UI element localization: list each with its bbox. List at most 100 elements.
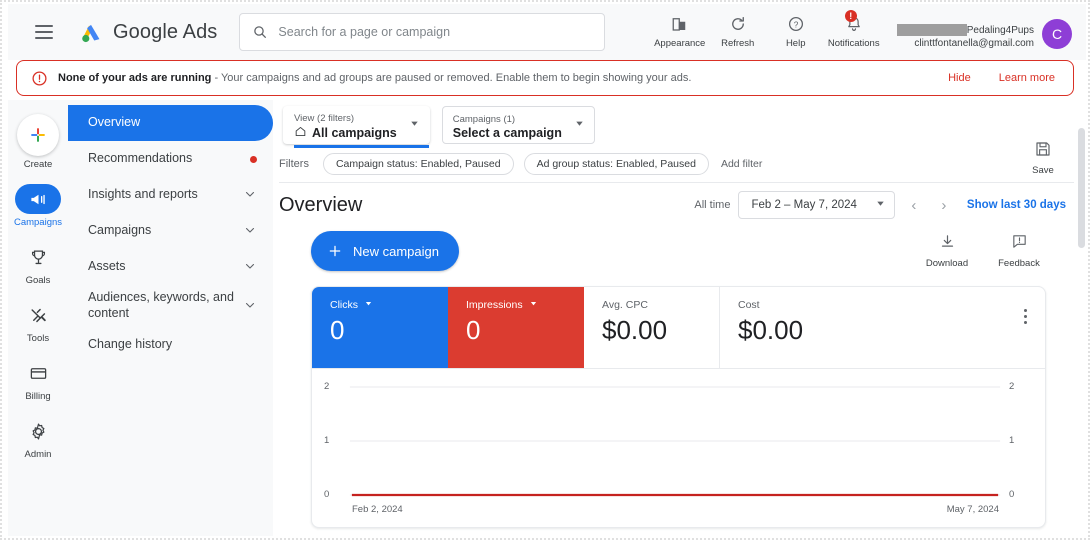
chevron-down-icon[interactable] (529, 299, 538, 311)
filter-chip-campaign-status[interactable]: Campaign status: Enabled, Paused (322, 153, 514, 175)
credit-card-icon (15, 358, 61, 388)
campaign-selector-value: Select a campaign (452, 125, 562, 140)
notification-badge: ! (844, 10, 857, 22)
previous-period-button[interactable]: ‹ (903, 194, 925, 216)
notifications-button[interactable]: ! Notifications (825, 10, 883, 51)
content-right-actions: Download Feedback (922, 233, 1066, 269)
vertical-scrollbar[interactable] (1078, 100, 1088, 536)
campaign-selector-caption: Campaigns (1) (452, 113, 516, 125)
rail-item-billing[interactable]: Billing (9, 352, 67, 408)
rail-item-campaigns[interactable]: Campaigns (9, 178, 67, 234)
sidebar-item-audiences-keywords-content[interactable]: Audiences, keywords, and content (68, 285, 273, 327)
rail-item-create[interactable]: Create (9, 108, 67, 176)
sidebar-label-audiences: Audiences, keywords, and content (88, 290, 234, 320)
y-tick-left-1: 1 (324, 435, 330, 446)
new-campaign-button[interactable]: New campaign (311, 231, 459, 271)
chevron-down-icon (574, 116, 585, 134)
app-header: Google Ads Appearance (8, 4, 1086, 60)
chevron-down-icon[interactable] (364, 299, 373, 311)
rail-item-admin[interactable]: Admin (9, 410, 67, 466)
appearance-button[interactable]: Appearance (651, 13, 709, 51)
all-time-label: All time (694, 199, 731, 211)
save-button[interactable]: Save (1018, 140, 1068, 176)
scrollbar-thumb[interactable] (1078, 128, 1085, 248)
more-options-icon[interactable] (1024, 309, 1027, 324)
date-range-selector[interactable]: Feb 2 – May 7, 2024 (738, 191, 895, 219)
sidebar-item-recommendations[interactable]: Recommendations (68, 141, 273, 177)
y-tick-left-0: 0 (324, 489, 330, 500)
save-label: Save (1032, 165, 1054, 176)
feedback-label: Feedback (998, 258, 1040, 269)
y-tick-left-2: 2 (324, 381, 330, 392)
download-button[interactable]: Download (922, 233, 972, 269)
search-box[interactable] (239, 13, 606, 51)
metric-clicks-label: Clicks (330, 299, 358, 311)
svg-text:?: ? (793, 20, 798, 29)
account-info[interactable]: Pedaling4Pups clinttfontanella@gmail.com (896, 24, 1034, 49)
rail-item-goals[interactable]: Goals (9, 236, 67, 292)
hamburger-icon[interactable] (24, 12, 64, 52)
metric-impressions-label: Impressions (466, 299, 523, 311)
account-email: clinttfontanella@gmail.com (914, 38, 1034, 49)
rail-label-billing: Billing (25, 391, 51, 402)
date-range-value: Feb 2 – May 7, 2024 (751, 199, 857, 211)
sidebar-label-insights: Insights and reports (88, 187, 198, 202)
search-input[interactable] (278, 25, 593, 39)
alert-circle-icon (32, 70, 47, 86)
recommendations-badge-dot (250, 155, 257, 163)
filter-chip-ad-group-status[interactable]: Ad group status: Enabled, Paused (523, 153, 709, 175)
sidebar-item-assets[interactable]: Assets (68, 249, 273, 285)
hide-banner-button[interactable]: Hide (948, 72, 971, 84)
performance-chart: 2 1 0 2 1 0 Feb 2, 2024 May 7, 2024 (312, 369, 1045, 527)
refresh-button[interactable]: Refresh (709, 13, 767, 51)
view-selector-caption: View (2 filters) (294, 112, 355, 124)
refresh-icon (729, 13, 747, 35)
x-tick-start: Feb 2, 2024 (352, 504, 403, 515)
view-selector[interactable]: View (2 filters) All campaigns (283, 106, 430, 148)
main-content: View (2 filters) All campaigns Campaigns… (273, 100, 1074, 536)
metric-cost[interactable]: Cost $0.00 (720, 287, 1045, 368)
google-ads-logo[interactable]: Google Ads (78, 19, 217, 45)
notifications-label: Notifications (827, 38, 880, 49)
view-selector-value: All campaigns (312, 125, 397, 140)
x-tick-end: May 7, 2024 (946, 504, 999, 515)
metric-avg-cpc-label: Avg. CPC (602, 299, 648, 311)
filters-label: Filters (279, 158, 309, 170)
account-name-row: Pedaling4Pups (896, 24, 1034, 36)
metric-clicks-value: 0 (330, 315, 345, 345)
campaign-selector[interactable]: Campaigns (1) Select a campaign (441, 106, 595, 144)
notifications-icon: ! (844, 10, 863, 35)
home-icon (294, 125, 307, 142)
metric-avg-cpc[interactable]: Avg. CPC $0.00 (584, 287, 720, 368)
chevron-down-icon (243, 187, 257, 204)
sidebar-label-campaigns: Campaigns (88, 223, 152, 238)
help-button[interactable]: ? Help (767, 13, 825, 51)
show-last-30-days-link[interactable]: Show last 30 days (967, 199, 1066, 211)
gear-icon (15, 416, 61, 446)
chevron-down-icon (243, 298, 257, 315)
sidebar-item-change-history[interactable]: Change history (68, 327, 273, 363)
header-actions: Appearance Refresh ? Help ! Notification… (651, 10, 1086, 51)
google-ads-triangle-icon (82, 24, 100, 43)
sidebar-label-change-history: Change history (88, 337, 173, 352)
trophy-icon (15, 242, 61, 272)
redaction-bar (896, 24, 967, 36)
y-tick-right-0: 0 (1009, 489, 1015, 500)
next-period-button[interactable]: › (933, 194, 955, 216)
feedback-button[interactable]: Feedback (994, 233, 1044, 269)
sidebar-item-campaigns[interactable]: Campaigns (68, 213, 273, 249)
page-title: Overview (279, 193, 363, 216)
metric-impressions[interactable]: Impressions 0 (448, 287, 584, 368)
banner-message: None of your ads are running - Your camp… (58, 72, 691, 84)
avatar[interactable]: C (1042, 19, 1072, 49)
chevron-down-icon (409, 116, 420, 134)
rail-item-tools[interactable]: Tools (9, 294, 67, 350)
learn-more-link[interactable]: Learn more (999, 72, 1055, 84)
add-filter-button[interactable]: Add filter (721, 158, 762, 170)
metric-cost-value: $0.00 (738, 315, 804, 345)
sidebar-item-insights-and-reports[interactable]: Insights and reports (68, 177, 273, 213)
action-row: New campaign Download Feedback (311, 228, 1066, 274)
metric-avg-cpc-value: $0.00 (602, 315, 668, 345)
sidebar-item-overview[interactable]: Overview (68, 105, 273, 141)
metric-clicks[interactable]: Clicks 0 (312, 287, 448, 368)
